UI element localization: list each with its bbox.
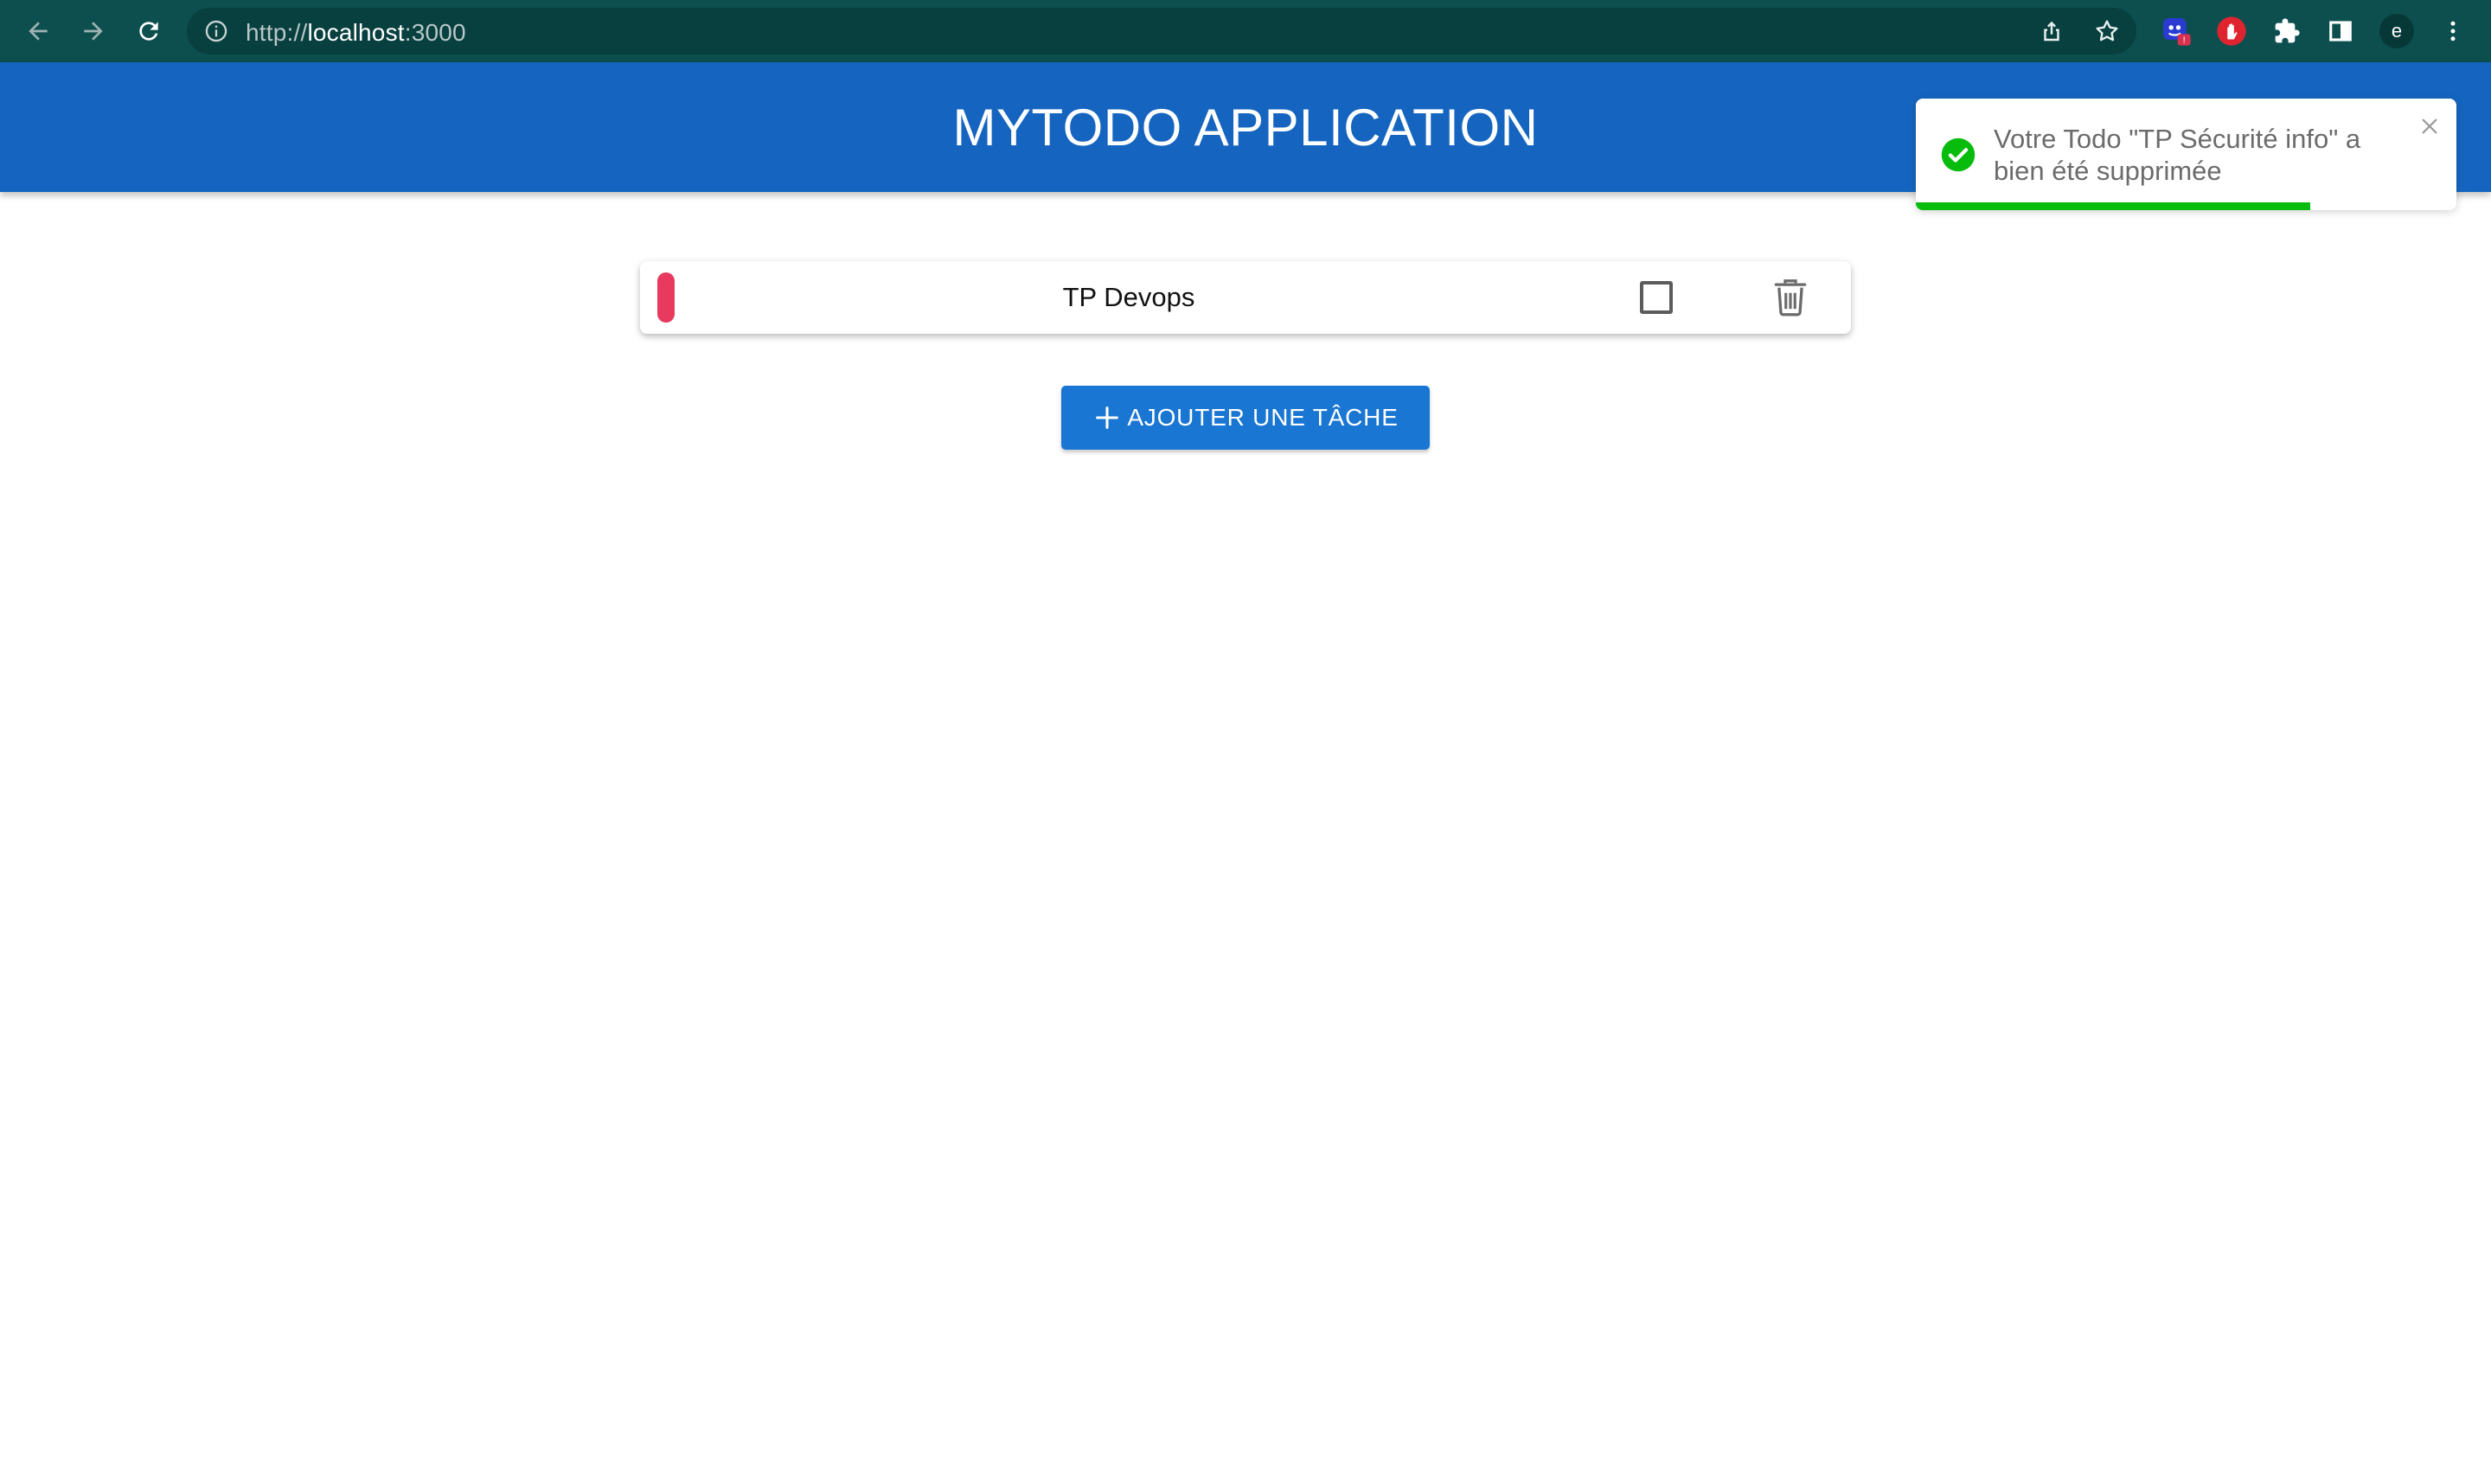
success-toast[interactable]: Votre Todo "TP Sécurité info" a bien été… (1916, 99, 2456, 210)
toast-progress-bar (1916, 202, 2311, 210)
todo-done-checkbox[interactable] (1640, 281, 1673, 314)
robot-extension-icon: ! (2163, 18, 2191, 46)
extensions-button[interactable] (2270, 14, 2304, 48)
info-icon[interactable] (204, 19, 228, 43)
kebab-menu-icon (2450, 21, 2456, 42)
reload-button[interactable] (130, 12, 168, 50)
url-scheme: http:// (246, 19, 308, 46)
close-icon (2422, 118, 2437, 134)
hand-stop-extension-icon (2217, 16, 2246, 46)
toast-message: Votre Todo "TP Sécurité info" a bien été… (1994, 123, 2400, 187)
arrow-right-icon (84, 22, 103, 41)
toast-message-line-1: Votre Todo "TP Sécurité info" a (1994, 124, 2361, 154)
share-button[interactable] (2034, 14, 2069, 48)
url-port: :3000 (404, 19, 466, 46)
url-text[interactable]: http://localhost:3000 (246, 19, 466, 47)
bookmark-button[interactable] (2090, 14, 2124, 48)
add-task-button[interactable]: AJOUTER UNE TÂCHE (1061, 386, 1430, 450)
puzzle-icon (2275, 18, 2300, 43)
toast-close-button[interactable] (2417, 114, 2442, 138)
todo-title[interactable]: TP Devops (640, 261, 1617, 334)
extension-button-1[interactable]: ! (2159, 14, 2193, 48)
extension-button-2[interactable] (2214, 14, 2249, 48)
url-host: localhost (307, 19, 405, 46)
forward-button[interactable] (74, 12, 112, 50)
profile-avatar[interactable]: e (2379, 14, 2414, 48)
todo-item: TP Devops (640, 261, 1851, 334)
address-bar[interactable]: http://localhost:3000 (187, 8, 2136, 54)
side-panel-icon (2329, 21, 2352, 42)
app-title: MYTODO APPLICATION (952, 98, 1539, 157)
toast-message-line-2: bien été supprimée (1994, 156, 2222, 186)
add-task-label: AJOUTER UNE TÂCHE (1127, 404, 1399, 431)
plus-icon (1096, 406, 1119, 429)
side-panel-button[interactable] (2323, 14, 2358, 48)
browser-toolbar: http://localhost:3000 ! e (0, 0, 2491, 62)
delete-todo-button[interactable] (1770, 277, 1811, 318)
browser-menu-button[interactable] (2436, 14, 2470, 48)
check-circle-icon (1941, 138, 1976, 172)
arrow-left-icon (29, 22, 48, 41)
back-button[interactable] (19, 12, 57, 50)
trash-icon (1774, 279, 1807, 317)
extension-badge: ! (2183, 35, 2186, 46)
share-icon (2044, 21, 2059, 42)
star-icon (2096, 20, 2118, 42)
reload-icon (139, 22, 158, 41)
